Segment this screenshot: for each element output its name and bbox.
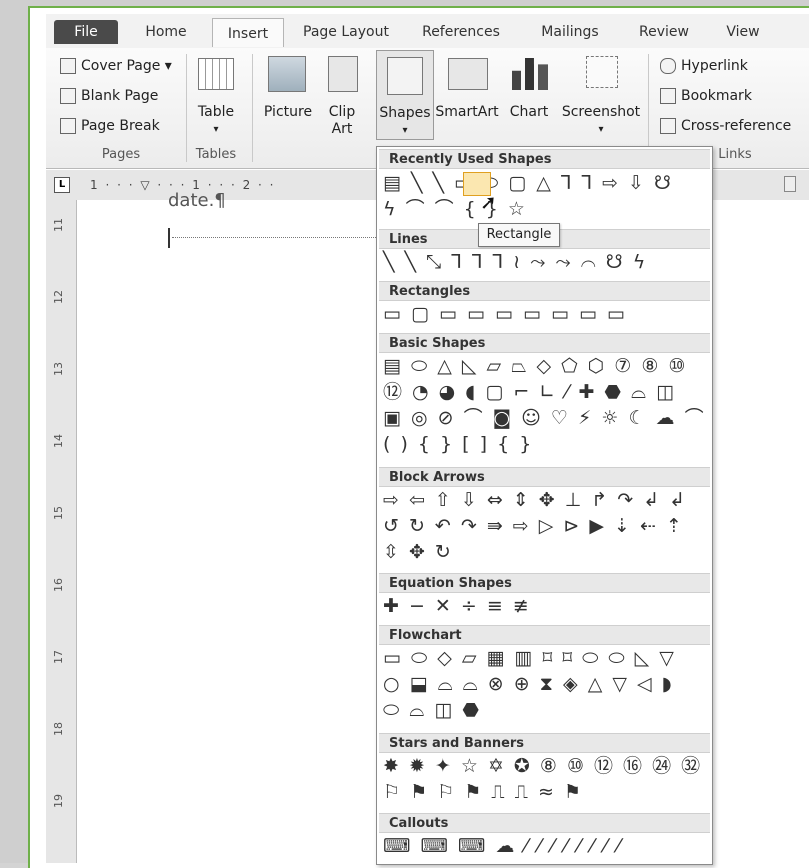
screenshot-icon <box>586 56 618 88</box>
shape-row[interactable]: ⬭ ⌓ ◫ ⬣ <box>383 699 481 721</box>
cross-reference-button[interactable]: Cross-reference <box>660 118 791 134</box>
chart-label: Chart <box>509 104 549 120</box>
cover-page-label: Cover Page ▾ <box>81 58 172 74</box>
vruler-number: 11 <box>52 218 65 232</box>
mouse-pointer-icon: ➚ <box>480 190 497 214</box>
group-label-pages: Pages <box>101 147 141 162</box>
table-dropdown-arrow-icon: ▾ <box>213 124 219 135</box>
page-break-icon <box>60 118 76 134</box>
hyperlink-label: Hyperlink <box>681 58 748 74</box>
tab-review[interactable]: Review <box>632 20 696 44</box>
smartart-label: SmartArt <box>435 104 499 120</box>
shape-row[interactable]: ▤ ⬭ △ ◺ ▱ ⏢ ◇ ⬠ ⬡ ⑦ ⑧ ⑩ <box>383 355 687 377</box>
screenshot-label: Screenshot <box>561 104 641 120</box>
section-header-stars-and-banners: Stars and Banners <box>379 733 710 753</box>
shape-row[interactable]: ( ) { } [ ] { } <box>383 433 533 455</box>
shapes-label: Shapes <box>379 105 431 121</box>
shapes-gallery: Recently Used Shapes ▤ ╲ ╲ ▭ ⬭ ▢ △ ⅂ ⅂ ⇨… <box>376 146 713 865</box>
shape-row[interactable]: ✚ − ✕ ÷ ≡ ≢ <box>383 595 531 617</box>
shape-row[interactable]: ○ ⬓ ⌓ ⌓ ⊗ ⊕ ⧗ ◈ △ ▽ ◁ ◗ <box>383 673 674 695</box>
shapes-button[interactable]: Shapes ▾ <box>376 50 434 140</box>
shape-row[interactable]: ⇨ ⇦ ⇧ ⇩ ⇔ ⇕ ✥ ⊥ ↱ ↷ ↲ ↲ <box>383 489 687 511</box>
tab-page-layout[interactable]: Page Layout <box>296 20 396 44</box>
shape-row[interactable]: ↺ ↻ ↶ ↷ ⇛ ⇨ ▷ ⊳ ▶ ⇣ ⇠ ⇡ <box>383 515 684 537</box>
screenshot-dropdown-arrow-icon: ▾ <box>598 124 604 135</box>
group-label-links: Links <box>718 147 752 162</box>
chart-icon <box>512 58 548 90</box>
tab-selector[interactable]: L <box>54 177 70 193</box>
bookmark-label: Bookmark <box>681 88 752 104</box>
hyperlink-icon <box>660 58 676 74</box>
tab-view[interactable]: View <box>718 20 768 44</box>
bookmark-icon <box>660 88 676 104</box>
blank-page-button[interactable]: Blank Page <box>60 88 158 104</box>
document-text: date.¶ <box>168 190 226 211</box>
cross-reference-icon <box>660 118 676 134</box>
page-break-label: Page Break <box>81 118 160 134</box>
shape-row[interactable]: ⚐ ⚑ ⚐ ⚑ ⎍ ⎍ ≈ ⚑ <box>383 781 583 803</box>
tooltip: Rectangle <box>478 223 560 247</box>
text-cursor <box>168 228 170 248</box>
shape-row[interactable]: ✸ ✹ ✦ ☆ ✡ ✪ ⑧ ⑩ ⑫ ⑯ ㉔ ㉜ <box>383 755 702 777</box>
shape-row[interactable]: ▤ ╲ ╲ ▭ ⬭ ▢ △ ⅂ ⅂ ⇨ ⇩ ☋ <box>383 172 673 194</box>
group-label-tables: Tables <box>195 147 237 162</box>
vruler-number: 13 <box>52 362 65 376</box>
hyperlink-button[interactable]: Hyperlink <box>660 58 748 74</box>
table-icon <box>198 58 234 90</box>
vruler-number: 17 <box>52 650 65 664</box>
shape-row[interactable]: ϟ ⌒ ⌒ { } ☆ <box>383 198 527 220</box>
smartart-icon <box>448 58 488 90</box>
bookmark-button[interactable]: Bookmark <box>660 88 752 104</box>
shapes-dropdown-arrow-icon: ▾ <box>402 125 408 136</box>
section-header-callouts: Callouts <box>379 813 710 833</box>
clip-art-label-2: Art <box>331 121 353 137</box>
vruler-number: 16 <box>52 578 65 592</box>
shape-row[interactable]: ▭ ▢ ▭ ▭ ▭ ▭ ▭ ▭ ▭ <box>383 303 627 325</box>
table-label: Table <box>197 104 235 120</box>
picture-icon <box>268 56 306 92</box>
blank-page-label: Blank Page <box>81 88 159 104</box>
group-separator <box>252 54 253 162</box>
cover-page-button[interactable]: Cover Page ▾ <box>60 58 172 74</box>
vruler-number: 15 <box>52 506 65 520</box>
vruler-number: 19 <box>52 794 65 808</box>
blank-page-icon <box>60 88 76 104</box>
tab-home[interactable]: Home <box>136 20 196 44</box>
vruler-number: 18 <box>52 722 65 736</box>
right-indent-marker[interactable] <box>784 176 796 192</box>
shape-row[interactable]: ▭ ⬭ ◇ ▱ ▦ ▥ ⌑ ⌑ ⬭ ⬭ ◺ ▽ <box>383 647 676 669</box>
tab-references[interactable]: References <box>416 20 506 44</box>
tab-insert[interactable]: Insert <box>212 18 284 47</box>
shape-row[interactable]: ⌨ ⌨ ⌨ ☁ ⁄ ⁄ ⁄ ⁄ ⁄ ⁄ ⁄ ⁄ <box>383 835 622 857</box>
ribbon-tabs: File Home Insert Page Layout References … <box>46 14 809 49</box>
vruler-number: 14 <box>52 434 65 448</box>
tab-mailings[interactable]: Mailings <box>530 20 610 44</box>
group-separator <box>186 54 187 162</box>
section-header-equation-shapes: Equation Shapes <box>379 573 710 593</box>
vruler-number: 12 <box>52 290 65 304</box>
shape-row[interactable]: ▣ ◎ ⊘ ⌒ ◙ ☺ ♡ ⚡ ☼ ☾ ☁ ⌒ <box>383 407 706 429</box>
shape-row[interactable]: ⑫ ◔ ◕ ◖ ▢ ⌐ ∟ ⁄ ✚ ⬣ ⌓ ◫ <box>383 381 676 403</box>
shapes-icon <box>387 57 423 95</box>
section-header-flowchart: Flowchart <box>379 625 710 645</box>
cross-reference-label: Cross-reference <box>681 118 792 134</box>
page-break-button[interactable]: Page Break <box>60 118 160 134</box>
tab-file[interactable]: File <box>54 20 118 44</box>
dotted-line <box>172 237 378 238</box>
picture-label: Picture <box>263 104 313 120</box>
section-header-basic-shapes: Basic Shapes <box>379 333 710 353</box>
section-header-block-arrows: Block Arrows <box>379 467 710 487</box>
section-header-recently-used: Recently Used Shapes <box>379 149 710 169</box>
cover-page-icon <box>60 58 76 74</box>
shape-row[interactable]: ⇳ ✥ ↻ <box>383 541 453 563</box>
clip-art-label-1: Clip <box>328 104 356 120</box>
section-header-rectangles: Rectangles <box>379 281 710 301</box>
shape-row[interactable]: ╲ ╲ ⤡ ⅂ ⅂ ⅂ ≀ ⤳ ⤳ ⌒ ☋ ϟ <box>383 251 647 273</box>
clip-art-icon <box>328 56 358 92</box>
